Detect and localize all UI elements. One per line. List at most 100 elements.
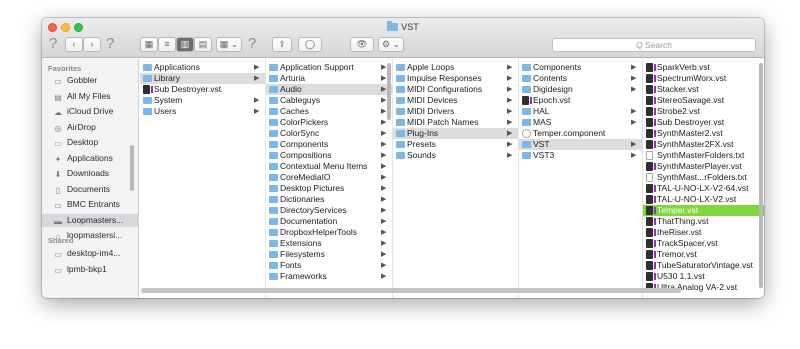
list-item[interactable]: DropboxHelperTools ▶ (266, 227, 392, 238)
list-item[interactable]: System ▶ (140, 95, 265, 106)
list-item[interactable]: Arturia ▶ (266, 73, 392, 84)
search-input[interactable]: Q Search (552, 38, 756, 52)
column-view-button[interactable]: ▥ (176, 37, 194, 52)
list-item[interactable]: MIDI Configurations ▶ (393, 84, 518, 95)
list-item[interactable]: Sub Destroyer.vst (140, 84, 265, 95)
icon-view-button[interactable]: ▦ (140, 37, 158, 52)
list-item[interactable]: Desktop Pictures ▶ (266, 183, 392, 194)
list-item[interactable]: Tremor.vst (643, 249, 764, 260)
sidebar-item[interactable]: ⌂ loopmastersi... (53, 229, 123, 242)
list-item[interactable]: DirectoryServices ▶ (266, 205, 392, 216)
quicklook-button[interactable]: 👁 (350, 37, 374, 52)
sidebar-item[interactable]: ◎ AirDrop (53, 121, 96, 134)
list-item[interactable]: ColorSync ▶ (266, 128, 392, 139)
list-item[interactable]: ThatThing.vst (643, 216, 764, 227)
list-item[interactable]: Filesystems ▶ (266, 249, 392, 260)
list-item[interactable]: Fonts ▶ (266, 260, 392, 271)
list-item[interactable]: Application Support ▶ (266, 62, 392, 73)
list-item[interactable]: ColorPickers ▶ (266, 117, 392, 128)
forward-button[interactable]: › (83, 37, 101, 52)
list-item[interactable]: Compositions ▶ (266, 150, 392, 161)
list-item[interactable]: SynthMaster2FX.vst (643, 139, 764, 150)
help-icon[interactable]: ? (248, 35, 256, 52)
list-item[interactable]: TrackSpacer.vst (643, 238, 764, 249)
list-item[interactable]: Cableguys ▶ (266, 95, 392, 106)
list-item[interactable]: Users ▶ (140, 106, 265, 117)
list-item[interactable]: Sounds ▶ (393, 150, 518, 161)
list-item[interactable]: Epoch.vst (519, 95, 642, 106)
list-item[interactable]: Components ▶ (519, 62, 642, 73)
list-item[interactable]: SynthMasterFolders.txt (643, 150, 764, 161)
share-button[interactable]: ⇪ (272, 37, 292, 52)
list-item[interactable]: SparkVerb.vst (643, 62, 764, 73)
list-item[interactable]: Digidesign ▶ (519, 84, 642, 95)
list-item[interactable]: Documentation ▶ (266, 216, 392, 227)
list-item[interactable]: theRiser.vst (643, 227, 764, 238)
sidebar-item-label: Downloads (67, 168, 110, 178)
list-item[interactable]: Impulse Responses ▶ (393, 73, 518, 84)
toolbar: VST ? ‹ › ? ▦ ≡ ▥ ▤ ▦ ⌄ ? ⇪ ◯ 👁 ⚙ ⌄ Q Se… (42, 18, 764, 58)
list-item[interactable]: Plug-Ins ▶ (393, 128, 518, 139)
sidebar-item[interactable]: ▯ Documents (53, 183, 110, 196)
sidebar-item[interactable]: ▭ Gobbler (53, 74, 97, 87)
list-item[interactable]: Caches ▶ (266, 106, 392, 117)
sidebar-item[interactable]: ⬇ Downloads (53, 167, 109, 180)
list-item[interactable]: HAL ▶ (519, 106, 642, 117)
sidebar-item[interactable]: ▬ Loopmasters... (42, 213, 138, 227)
list-item[interactable]: VST3 ▶ (519, 150, 642, 161)
sidebar-item[interactable]: ▤ All My Files (53, 90, 110, 103)
list-item[interactable]: Stacker.vst (643, 84, 764, 95)
list-item[interactable]: SynthMast...rFolders.txt (643, 172, 764, 183)
list-item[interactable]: Contents ▶ (519, 73, 642, 84)
list-item[interactable]: MIDI Drivers ▶ (393, 106, 518, 117)
list-item[interactable]: Frameworks ▶ (266, 271, 392, 282)
sidebar-item[interactable]: ☁ iCloud Drive (53, 105, 113, 118)
list-item[interactable]: StereoSavage.vst (643, 95, 764, 106)
list-item[interactable]: Apple Loops ▶ (393, 62, 518, 73)
list-item[interactable]: TAL-U-NO-LX-V2.vst (643, 194, 764, 205)
list-item[interactable]: Applications ▶ (140, 62, 265, 73)
list-item[interactable]: Presets ▶ (393, 139, 518, 150)
list-item[interactable]: SynthMasterPlayer.vst (643, 161, 764, 172)
list-item[interactable]: MAS ▶ (519, 117, 642, 128)
list-item[interactable]: Dictionaries ▶ (266, 194, 392, 205)
list-item[interactable]: SynthMaster2.vst (643, 128, 764, 139)
list-item[interactable]: Temper.component (519, 128, 642, 139)
sidebar-scrollbar[interactable] (130, 145, 134, 191)
sidebar-item[interactable]: ▭ Desktop (53, 136, 98, 149)
horizontal-scrollbar[interactable] (141, 288, 681, 293)
column-scrollbar[interactable] (387, 63, 391, 120)
list-item[interactable]: MIDI Devices ▶ (393, 95, 518, 106)
sidebar-item[interactable]: ✦ Applications (53, 152, 113, 165)
list-item[interactable]: Audio ▶ (266, 84, 392, 95)
sidebar-item[interactable]: ▭ BMC Entrants (53, 198, 120, 211)
list-item[interactable]: CoreMediaIO ▶ (266, 172, 392, 183)
list-item[interactable]: Extensions ▶ (266, 238, 392, 249)
list-item[interactable]: TAL-U-NO-LX-V2-64.vst (643, 183, 764, 194)
list-item[interactable]: Contextual Menu Items ▶ (266, 161, 392, 172)
list-item[interactable]: Components ▶ (266, 139, 392, 150)
sidebar-item[interactable]: ▭ lpmb-bkp1 (53, 263, 106, 276)
back-button[interactable]: ‹ (65, 37, 83, 52)
list-item-label: System (154, 95, 183, 105)
help-icon[interactable]: ? (106, 35, 114, 52)
list-item[interactable]: VST ▶ (519, 139, 642, 150)
list-item[interactable]: Temper.vst (643, 205, 764, 216)
list-item[interactable]: Library ▶ (140, 73, 265, 84)
sidebar-item[interactable]: ▭ desktop-im4... (53, 247, 120, 260)
tags-button[interactable]: ◯ (298, 37, 322, 52)
list-view-button[interactable]: ≡ (158, 37, 176, 52)
arrange-button[interactable]: ▦ ⌄ (216, 37, 242, 52)
list-item[interactable]: TubeSaturatorVintage.vst (643, 260, 764, 271)
list-item-label: SynthMast...rFolders.txt (657, 172, 747, 182)
list-item[interactable]: MIDI Patch Names ▶ (393, 117, 518, 128)
list-item[interactable]: U530 1.1.vst (643, 271, 764, 282)
list-item[interactable]: Sub Destroyer.vst (643, 117, 764, 128)
column-scrollbar[interactable] (759, 63, 763, 288)
list-item-label: TrackSpacer.vst (657, 238, 718, 248)
help-icon[interactable]: ? (49, 35, 57, 52)
coverflow-view-button[interactable]: ▤ (194, 37, 212, 52)
list-item[interactable]: SpectrumWorx.vst (643, 73, 764, 84)
list-item[interactable]: Strobe2.vst (643, 106, 764, 117)
action-button[interactable]: ⚙ ⌄ (378, 37, 404, 52)
